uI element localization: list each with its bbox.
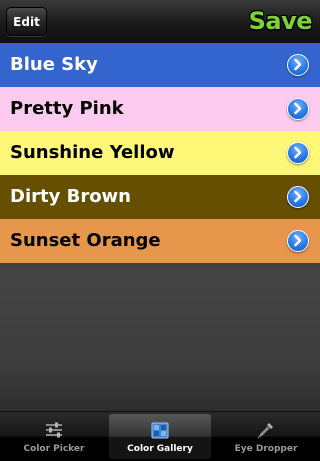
tab-color-gallery[interactable]: Color Gallery	[109, 414, 211, 459]
color-row-sunshine-yellow[interactable]: Sunshine Yellow	[0, 131, 320, 175]
tab-label: Color Picker	[23, 444, 85, 454]
color-row-sunset-orange[interactable]: Sunset Orange	[0, 219, 320, 263]
disclosure-arrow-icon[interactable]	[287, 142, 309, 164]
color-name-label: Dirty Brown	[10, 186, 131, 207]
disclosure-arrow-icon[interactable]	[287, 186, 309, 208]
color-row-pretty-pink[interactable]: Pretty Pink	[0, 87, 320, 131]
tab-label: Color Gallery	[127, 444, 193, 454]
color-gallery-list: Blue Sky Pretty Pink Sunshine Yellow Dir…	[0, 43, 320, 263]
tab-label: Eye Dropper	[234, 444, 298, 454]
color-row-dirty-brown[interactable]: Dirty Brown	[0, 175, 320, 219]
color-name-label: Blue Sky	[10, 54, 98, 75]
gallery-icon	[150, 420, 170, 440]
color-row-blue-sky[interactable]: Blue Sky	[0, 43, 320, 87]
disclosure-arrow-icon[interactable]	[287, 230, 309, 252]
tab-eye-dropper[interactable]: Eye Dropper	[215, 414, 317, 459]
eyedropper-icon	[256, 420, 276, 440]
disclosure-arrow-icon[interactable]	[287, 98, 309, 120]
color-name-label: Sunshine Yellow	[10, 142, 175, 163]
color-name-label: Sunset Orange	[10, 230, 161, 251]
save-button[interactable]: Save	[249, 5, 313, 37]
app-window: Edit Save Blue Sky Pretty Pink Sunshine …	[0, 0, 320, 461]
disclosure-arrow-icon[interactable]	[287, 54, 309, 76]
edit-button[interactable]: Edit	[6, 7, 47, 36]
navigation-bar: Edit Save	[0, 0, 320, 45]
sliders-icon	[44, 420, 64, 440]
color-name-label: Pretty Pink	[10, 98, 124, 119]
tab-bar: Color Picker Color Gallery Eye Dropper	[0, 411, 320, 461]
tab-color-picker[interactable]: Color Picker	[3, 414, 105, 459]
